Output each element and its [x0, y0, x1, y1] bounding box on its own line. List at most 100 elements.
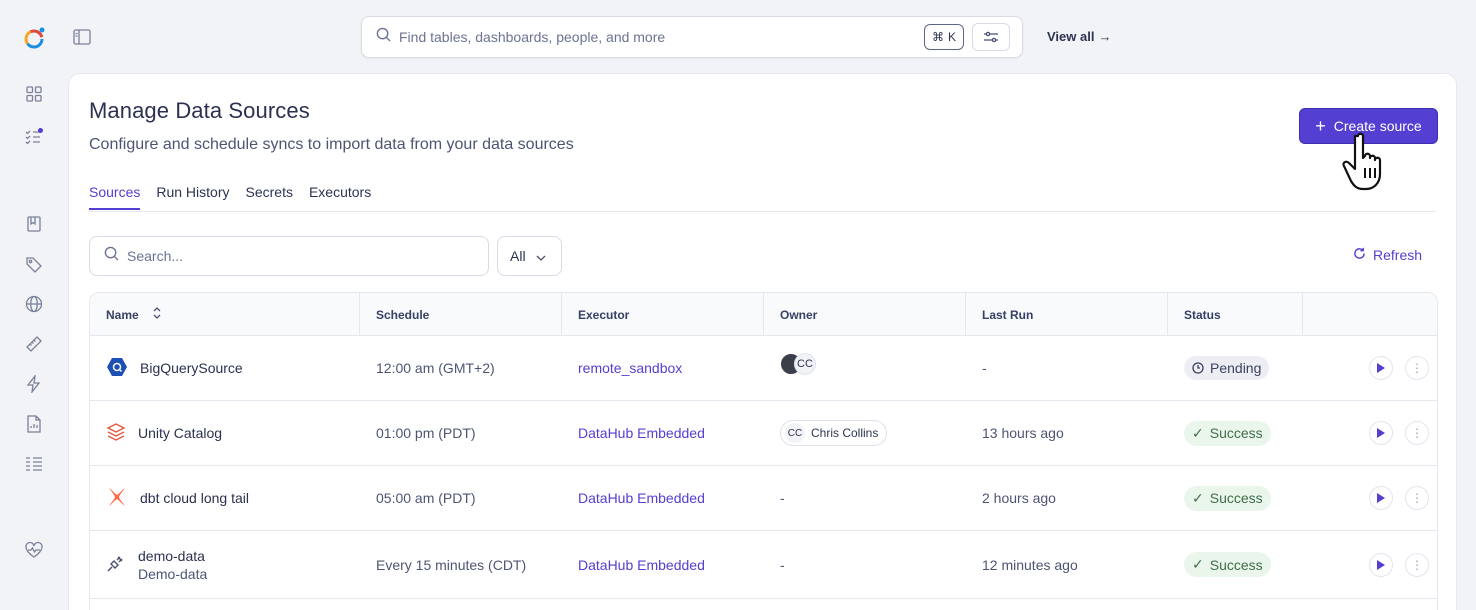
- status-badge: ✓ Success: [1184, 552, 1271, 577]
- last-run: 2 hours ago: [982, 490, 1056, 506]
- search-icon: [104, 246, 119, 266]
- page-subtitle: Configure and schedule syncs to import d…: [89, 136, 574, 153]
- play-icon: [1377, 493, 1385, 503]
- column-header-last-run: Last Run: [966, 293, 1168, 336]
- ruler-icon[interactable]: [22, 332, 46, 356]
- chevron-down-icon: [536, 248, 546, 264]
- search-icon: [376, 27, 391, 47]
- sliders-icon: [984, 31, 998, 43]
- play-icon: [1377, 363, 1385, 373]
- sort-icon[interactable]: [153, 307, 161, 322]
- column-header-owner: Owner: [764, 293, 966, 336]
- column-header-name[interactable]: Name: [90, 293, 360, 336]
- sidebar: [0, 0, 68, 610]
- avatar-initials: CC: [785, 423, 805, 443]
- sources-search-input[interactable]: Search...: [89, 236, 489, 276]
- sources-table: Name Schedule Executor Owner Last Run St…: [89, 292, 1438, 610]
- clock-icon: [1192, 362, 1204, 374]
- check-icon: ✓: [1192, 424, 1204, 441]
- main-card: Manage Data Sources Configure and schedu…: [68, 73, 1457, 610]
- plus-icon: +: [1315, 116, 1326, 136]
- file-chart-icon[interactable]: [22, 412, 46, 436]
- refresh-icon: [1353, 247, 1366, 263]
- tasks-icon[interactable]: [22, 125, 46, 149]
- plug-icon: [106, 553, 126, 576]
- tab-executors[interactable]: Executors: [309, 184, 371, 210]
- tab-secrets[interactable]: Secrets: [246, 184, 293, 210]
- more-options-icon[interactable]: ⋮: [1405, 552, 1429, 577]
- executor-link[interactable]: DataHub Embedded: [578, 466, 705, 530]
- tab-run-history[interactable]: Run History: [156, 184, 229, 210]
- view-all-link[interactable]: View all →: [1047, 29, 1111, 44]
- executor-link[interactable]: remote_sandbox: [578, 336, 682, 400]
- filter-select[interactable]: All: [497, 236, 562, 276]
- last-run: 13 hours ago: [982, 425, 1064, 441]
- run-button[interactable]: [1369, 356, 1393, 380]
- owner-pill[interactable]: CC Chris Collins: [780, 420, 888, 446]
- shortcut-hint: ⌘ K: [923, 24, 964, 50]
- run-button[interactable]: [1369, 552, 1393, 577]
- avatar-initials: CC: [794, 353, 816, 375]
- dbt-icon: [106, 486, 128, 511]
- source-name[interactable]: dbt cloud long tail: [140, 490, 249, 506]
- datahub-logo[interactable]: [20, 24, 48, 52]
- tab-divider: [89, 211, 1436, 212]
- arrow-right-icon: →: [1098, 29, 1112, 44]
- table-row[interactable]: demo-data Demo-data Every 15 minutes (CD…: [90, 531, 1437, 599]
- more-options-icon[interactable]: ⋮: [1405, 356, 1429, 380]
- status-cell: ✓ Success: [1184, 401, 1271, 465]
- bigquery-icon: [106, 356, 128, 381]
- check-icon: ✓: [1192, 556, 1204, 572]
- schedule: 05:00 am (PDT): [376, 490, 476, 506]
- page-title: Manage Data Sources: [89, 98, 310, 123]
- search-filter-button[interactable]: [972, 23, 1010, 51]
- column-header-executor: Executor: [562, 293, 764, 336]
- table-row[interactable]: Unity Catalog 01:00 pm (PDT) DataHub Emb…: [90, 401, 1437, 466]
- source-name[interactable]: demo-data: [138, 547, 207, 565]
- owner-avatars[interactable]: CC: [780, 332, 816, 396]
- last-run: 12 minutes ago: [982, 556, 1078, 573]
- schedule: Every 15 minutes (CDT): [376, 556, 527, 573]
- global-search-placeholder[interactable]: Find tables, dashboards, people, and mor…: [399, 29, 924, 45]
- grid-icon[interactable]: [22, 82, 46, 106]
- executor-link[interactable]: DataHub Embedded: [578, 401, 705, 465]
- owner-cell: CC Chris Collins: [780, 401, 888, 465]
- owner-name: -: [780, 490, 785, 506]
- owner-name: Chris Collins: [811, 426, 879, 440]
- more-options-icon[interactable]: ⋮: [1405, 486, 1429, 510]
- global-search[interactable]: Find tables, dashboards, people, and mor…: [361, 16, 1023, 58]
- play-icon: [1377, 559, 1385, 570]
- health-heart-icon[interactable]: [22, 538, 46, 562]
- schedule: 01:00 pm (PDT): [376, 425, 476, 441]
- unity-catalog-icon: [106, 422, 126, 445]
- status-badge: ✓ Success: [1184, 485, 1271, 511]
- column-header-actions: [1303, 293, 1437, 336]
- tab-sources[interactable]: Sources: [89, 184, 141, 210]
- refresh-button[interactable]: Refresh: [1353, 247, 1422, 263]
- hand-cursor-icon: [1338, 130, 1398, 194]
- schedule: 12:00 am (GMT+2): [376, 360, 495, 376]
- table-row[interactable]: BigQuerySource 12:00 am (GMT+2) remote_s…: [90, 336, 1437, 401]
- source-subname: Demo-data: [138, 565, 208, 582]
- book-icon[interactable]: [22, 212, 46, 236]
- owner-name: -: [780, 556, 785, 573]
- list-icon[interactable]: [22, 452, 46, 476]
- executor-link[interactable]: DataHub Embedded: [578, 531, 705, 598]
- column-header-status: Status: [1168, 293, 1303, 336]
- run-button[interactable]: [1369, 486, 1393, 510]
- column-header-schedule: Schedule: [360, 293, 562, 336]
- more-options-icon[interactable]: ⋮: [1405, 421, 1429, 445]
- table-row[interactable]: dbt cloud long tail 05:00 am (PDT) DataH…: [90, 466, 1437, 531]
- lightning-icon[interactable]: [22, 372, 46, 396]
- globe-icon[interactable]: [22, 292, 46, 316]
- play-icon: [1377, 428, 1385, 438]
- source-name[interactable]: Unity Catalog: [138, 425, 222, 441]
- status-cell: ✓ Success: [1184, 531, 1271, 598]
- tag-icon[interactable]: [22, 253, 46, 277]
- check-icon: ✓: [1192, 489, 1204, 506]
- status-badge: ✓ Success: [1184, 420, 1271, 446]
- run-button[interactable]: [1369, 421, 1393, 445]
- source-name[interactable]: BigQuerySource: [140, 360, 243, 376]
- sidebar-toggle-icon[interactable]: [70, 25, 94, 49]
- status-badge: Pending: [1184, 356, 1270, 380]
